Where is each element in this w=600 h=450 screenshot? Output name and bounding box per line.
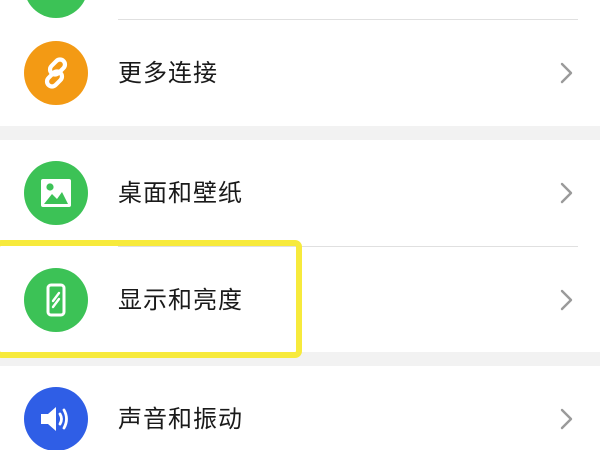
settings-item-label: 桌面和壁纸 (118, 179, 243, 207)
settings-item-display-brightness[interactable]: 显示和亮度 (0, 247, 600, 353)
speaker-icon (24, 387, 88, 450)
settings-item-label: 声音和振动 (118, 405, 243, 433)
chevron-right-icon (560, 289, 573, 311)
settings-group-display: 桌面和壁纸 显示和亮度 (0, 140, 600, 352)
settings-item-sound-vibration[interactable]: 声音和振动 (0, 366, 600, 450)
settings-group-sound: 声音和振动 (0, 366, 600, 450)
chevron-right-icon (560, 182, 573, 204)
image-icon (24, 161, 88, 225)
settings-item-desktop-wallpaper[interactable]: 桌面和壁纸 (0, 140, 600, 246)
chevron-right-icon (560, 62, 573, 84)
settings-screen: 更多连接 桌面和壁纸 显示和亮度 声音和振动 (0, 0, 600, 450)
settings-group-connections: 更多连接 (0, 0, 600, 126)
settings-item-label: 显示和亮度 (118, 286, 243, 314)
settings-item-more-connections[interactable]: 更多连接 (0, 20, 600, 126)
partial-item-icon (24, 0, 88, 18)
chevron-right-icon (560, 408, 573, 430)
link-icon (24, 41, 88, 105)
phone-display-icon (24, 268, 88, 332)
settings-item-label: 更多连接 (118, 59, 218, 87)
